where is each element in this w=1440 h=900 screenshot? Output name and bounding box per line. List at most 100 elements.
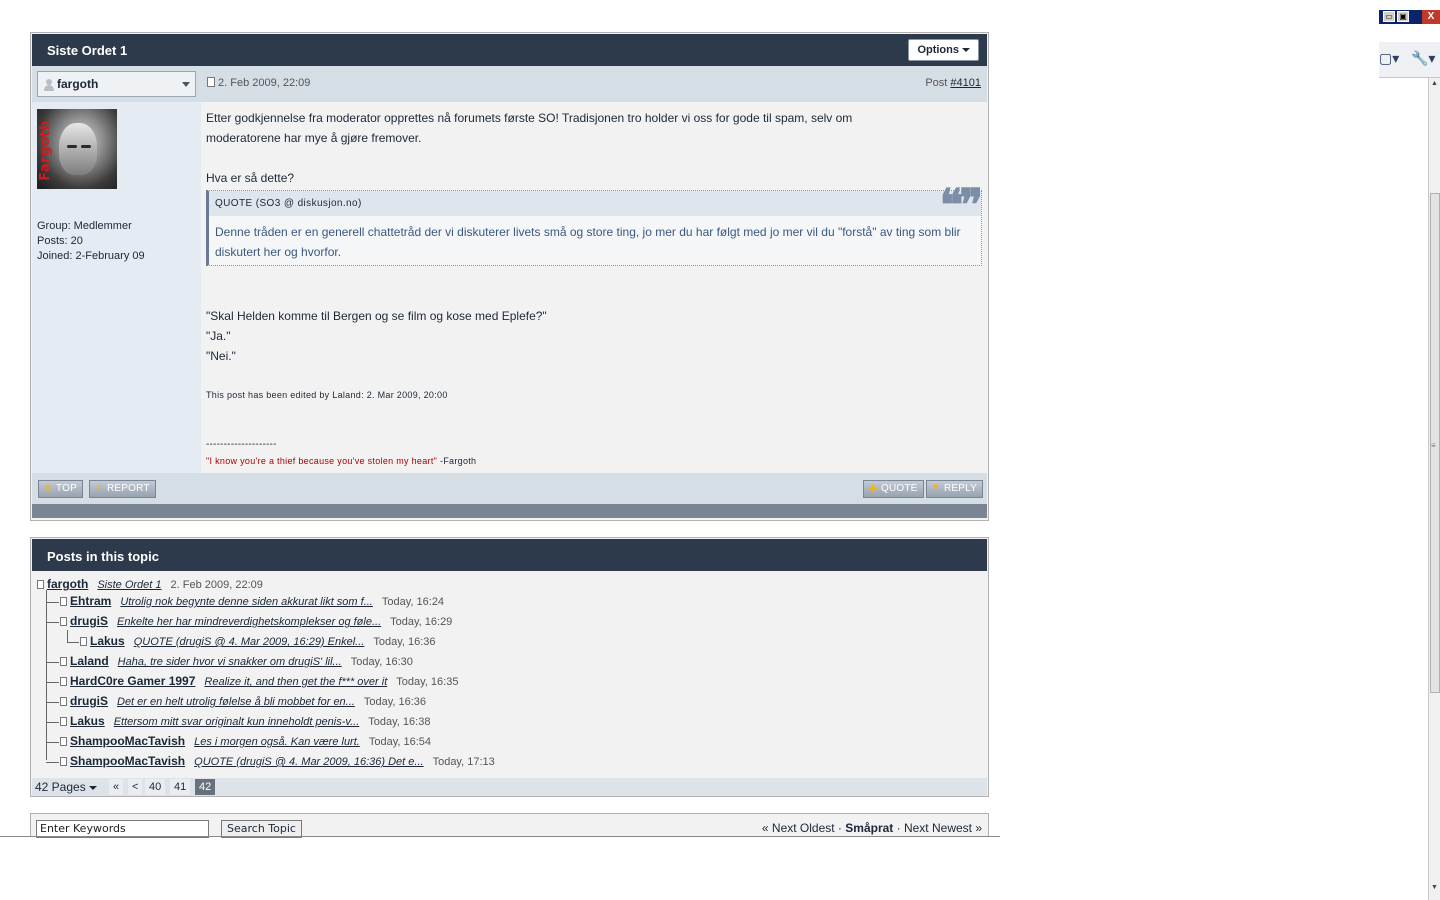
topic-navigation: « Next Oldest · Småprat · Next Newest » (762, 821, 982, 835)
topic-row: ShampooMacTavish QUOTE (drugiS @ 4. Mar 2… (60, 754, 495, 770)
author-strip: fargoth 2. Feb 2009, 22:09 Post #4101 (32, 66, 987, 102)
wrench-icon[interactable]: 🔧▾ (1411, 50, 1435, 67)
vertical-scrollbar[interactable]: ▲ ≡ ▼ (1428, 78, 1440, 900)
topic-row-time: Today, 16:36 (363, 696, 427, 708)
report-button[interactable]: ! REPORT (89, 480, 156, 498)
topic-row-time: Today, 16:29 (390, 616, 453, 628)
next-oldest-link[interactable]: « Next Oldest (762, 821, 835, 835)
topic-row-snippet[interactable]: QUOTE (drugiS @ 4. Mar 2009, 16:36) Det … (194, 756, 423, 768)
tree-line (46, 722, 59, 723)
topic-row-author[interactable]: drugiS (70, 694, 108, 708)
close-button[interactable]: X (1422, 10, 1440, 24)
topic-row-author[interactable]: ShampooMacTavish (70, 734, 185, 748)
reply-label: REPLY (944, 483, 978, 494)
topic-row-author[interactable]: Lakus (90, 634, 125, 648)
topic-row: Lakus QUOTE (drugiS @ 4. Mar 2009, 16:29)… (80, 634, 436, 650)
topic-row: drugiS Enkelte her har mindreverdighetsko… (60, 614, 452, 630)
options-label: Options (917, 44, 959, 56)
topic-title: Posts in this topic (47, 549, 159, 564)
topic-row: ShampooMacTavish Les i morgen også. Kan v… (60, 734, 431, 750)
author-name[interactable]: fargoth (57, 77, 98, 91)
post-number-link[interactable]: #4101 (950, 77, 981, 89)
topic-row-snippet[interactable]: Realize it, and then get the f*** over i… (204, 676, 387, 688)
pages-label: 42 Pages (35, 780, 86, 794)
plus-icon: ✚ (868, 484, 878, 495)
topic-row-author[interactable]: Lakus (70, 714, 105, 728)
topic-row-snippet[interactable]: Ettersom mitt svar originalt kun innehol… (114, 716, 360, 728)
topic-row-time: Today, 16:36 (373, 636, 436, 648)
topic-row-snippet[interactable]: Det er en helt utrolig følelse å bli mob… (117, 696, 355, 708)
top-button[interactable]: ⇧ TOP (38, 480, 83, 498)
pages-dropdown[interactable]: 42 Pages (32, 779, 100, 795)
options-button[interactable]: Options (908, 39, 979, 61)
scroll-down-icon[interactable]: ▼ (1431, 884, 1438, 891)
topic-row-author[interactable]: Laland (70, 654, 109, 668)
topic-row-snippet[interactable]: Utrolig nok begynte denne siden akkurat … (120, 596, 373, 608)
topic-row: fargoth Siste Ordet 1 2. Feb 2009, 22:09 (37, 577, 263, 593)
post-page-icon (60, 697, 67, 706)
post-bottom-bar (32, 504, 987, 518)
topic-row: HardC0re Gamer 1997 Realize it, and then … (60, 674, 458, 690)
first-page-link[interactable]: « (109, 779, 124, 795)
user-icon (44, 79, 54, 91)
topic-tree-block: Posts in this topic fargoth Siste Ordet 1… (30, 537, 989, 797)
post-label: Post (925, 77, 948, 89)
nav-separator: · (834, 821, 846, 835)
topic-row-time: Today, 16:30 (350, 656, 413, 668)
post-page-icon (207, 77, 215, 87)
nav-separator: · (893, 821, 904, 835)
post-body: Etter godkjennelse fra moderator opprett… (201, 102, 987, 473)
topic-row-author[interactable]: ShampooMacTavish (70, 754, 185, 768)
body-line: "Ja." (206, 329, 231, 343)
tree-line (46, 662, 59, 663)
tree-line (46, 622, 59, 623)
post-block: Siste Ordet 1 Options fargoth 2. Feb 200… (30, 32, 989, 521)
post-header: Siste Ordet 1 Options (32, 34, 987, 66)
scroll-up-icon[interactable]: ▲ (1431, 80, 1438, 87)
body-line: Hva er så dette? (206, 171, 295, 185)
topic-header: Posts in this topic (32, 539, 987, 571)
forum-link[interactable]: Småprat (845, 821, 893, 835)
arrow-up-icon: ⇧ (43, 484, 53, 495)
topic-row-snippet[interactable]: Siste Ordet 1 (97, 579, 161, 591)
topic-row-snippet[interactable]: QUOTE (drugiS @ 4. Mar 2009, 16:29) Enke… (134, 636, 365, 648)
signature: "I know you're a thief because you've st… (206, 456, 476, 466)
body-line: moderatorene har mye å gjøre fremover. (206, 131, 422, 145)
post-page-icon (60, 657, 67, 666)
author-column: Fargoth Group: Medlemmer Posts: 20 Joine… (32, 102, 201, 473)
quote-header: QUOTE (SO3 @ diskusjon.no) (209, 191, 981, 216)
topic-row-snippet[interactable]: Enkelte her har mindreverdighetskompleks… (117, 616, 381, 628)
topic-row-author[interactable]: HardC0re Gamer 1997 (70, 674, 195, 688)
topic-row-time: Today, 17:13 (432, 756, 495, 768)
topic-row-author[interactable]: drugiS (70, 614, 108, 628)
signature-author: -Fargoth (437, 456, 477, 466)
chevron-down-icon (182, 82, 190, 87)
chevron-down-icon (962, 48, 970, 53)
topic-row-author[interactable]: Ehtram (70, 594, 111, 608)
minimize-icon[interactable]: ▭ (1383, 11, 1395, 22)
topic-row-snippet[interactable]: Les i morgen også. Kan være lurt. (194, 736, 360, 748)
restore-icon[interactable]: ▣ (1397, 11, 1409, 22)
page-bottom-divider (0, 836, 1000, 837)
post-page-icon (60, 737, 67, 746)
prev-page-link[interactable]: < (128, 779, 143, 795)
reply-button[interactable]: ❞ REPLY (926, 480, 984, 498)
author-joined: Joined: 2-February 09 (37, 250, 145, 262)
topic-row-snippet[interactable]: Haha, tre sider hvor vi snakker om drugi… (118, 656, 342, 668)
page-link-40[interactable]: 40 (145, 779, 166, 795)
body-line: Etter godkjennelse fra moderator opprett… (206, 111, 853, 125)
edit-note: This post has been edited by Laland: 2. … (206, 390, 448, 400)
tree-line (46, 702, 59, 703)
next-newest-link[interactable]: Next Newest » (904, 821, 982, 835)
quote-button[interactable]: ✚ QUOTE (863, 480, 924, 498)
tree-line (46, 742, 59, 743)
post-number: Post #4101 (925, 77, 981, 89)
topic-row-author[interactable]: fargoth (47, 577, 88, 591)
post-page-icon (37, 580, 44, 589)
top-label: TOP (56, 483, 77, 494)
report-label: REPORT (107, 483, 150, 494)
author-menu[interactable]: fargoth (37, 71, 196, 97)
page-link-41[interactable]: 41 (170, 779, 191, 795)
topic-search-bar: Enter Keywords Search Topic « Next Oldes… (30, 813, 989, 838)
page-menu-icon[interactable]: ▢▾ (1379, 50, 1399, 67)
